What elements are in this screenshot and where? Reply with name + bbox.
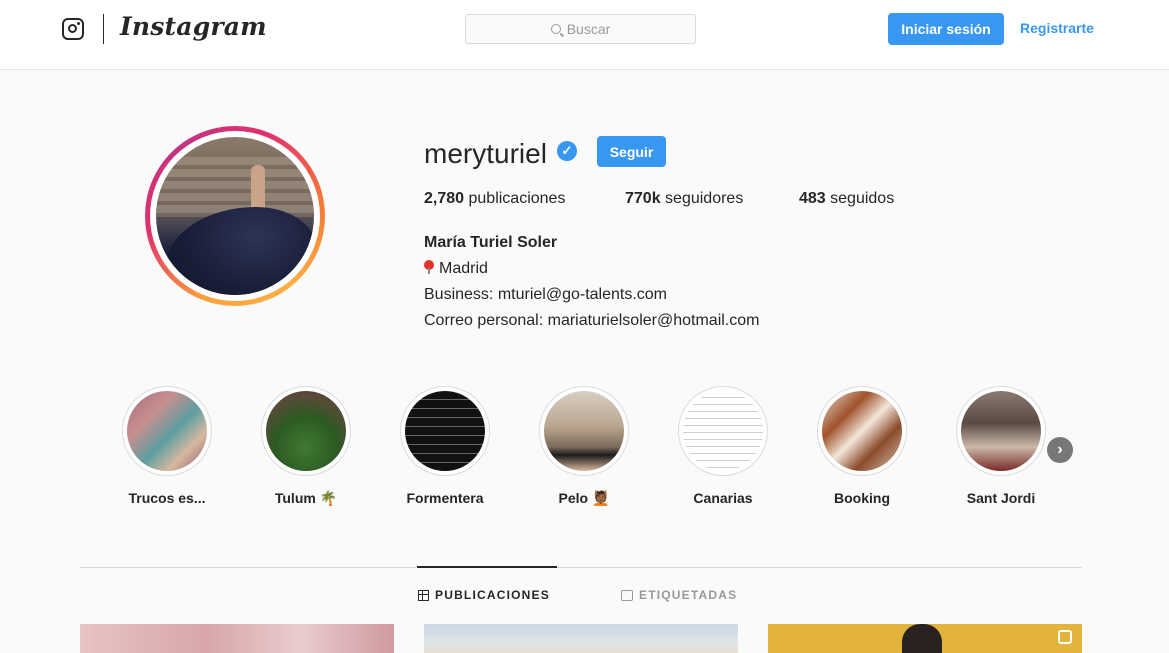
highlight-label: Formentera — [406, 490, 484, 506]
tagged-user-icon — [621, 589, 633, 601]
carousel-icon — [1058, 630, 1072, 644]
instagram-camera-icon[interactable] — [62, 18, 84, 40]
avatar[interactable] — [156, 137, 314, 295]
tab-label: ETIQUETADAS — [639, 588, 738, 602]
search-icon — [550, 24, 561, 34]
highlight-item[interactable]: Formentera — [399, 386, 491, 506]
bio-business-email: Business: mturiel@go-talents.com — [424, 286, 667, 303]
highlight-item[interactable]: Sant Jordi — [955, 386, 1047, 506]
highlight-item[interactable]: Trucos es... — [121, 386, 213, 506]
location-pin-icon — [424, 260, 434, 274]
profile-full-name: María Turiel Soler — [424, 234, 558, 251]
following-label: seguidos — [830, 190, 895, 207]
highlight-label: Tulum 🌴 — [274, 490, 338, 506]
location-text: Madrid — [439, 260, 488, 277]
highlight-item[interactable]: Booking — [816, 386, 908, 506]
bio-personal-email: Correo personal: mariaturielsoler@hotmai… — [424, 312, 760, 329]
bio-location: Madrid — [424, 260, 488, 278]
post-thumbnail[interactable] — [80, 624, 394, 653]
following-count: 483 — [799, 190, 826, 207]
tab-label: PUBLICACIONES — [435, 588, 550, 602]
followers-stat[interactable]: 770k seguidores — [625, 190, 743, 208]
active-tab-indicator — [417, 566, 557, 568]
tabs-divider — [80, 567, 1082, 568]
highlight-label: Booking — [834, 490, 890, 506]
top-navigation-bar: Instagram Buscar Iniciar sesión Registra… — [0, 0, 1169, 70]
highlight-item[interactable]: Canarias — [677, 386, 769, 506]
followers-label: seguidores — [665, 190, 744, 207]
profile-username: meryturiel — [424, 138, 547, 169]
search-placeholder: Buscar — [566, 21, 611, 37]
verified-badge-icon: ✓ — [557, 141, 577, 161]
logo-divider — [103, 14, 104, 44]
post-thumbnail[interactable] — [424, 624, 738, 653]
posts-label: publicaciones — [468, 190, 566, 207]
highlight-label: Sant Jordi — [966, 490, 1036, 506]
highlight-label: Pelo 💆🏾 — [558, 490, 610, 506]
login-button[interactable]: Iniciar sesión — [888, 13, 1004, 45]
instagram-wordmark-logo[interactable]: Instagram — [120, 12, 267, 41]
follow-button[interactable]: Seguir — [597, 136, 666, 167]
profile-avatar-story-ring[interactable] — [145, 126, 325, 306]
posts-count-stat: 2,780 publicaciones — [424, 190, 565, 208]
highlight-item[interactable]: Pelo 💆🏾 — [538, 386, 630, 507]
tab-etiquetadas[interactable]: ETIQUETADAS — [621, 588, 737, 602]
tab-publicaciones[interactable]: PUBLICACIONES — [418, 588, 550, 602]
chevron-right-icon[interactable]: › — [1047, 437, 1073, 463]
posts-count: 2,780 — [424, 190, 465, 207]
grid-icon — [418, 589, 429, 601]
followers-count: 770k — [625, 190, 661, 207]
search-input[interactable]: Buscar — [465, 14, 696, 44]
post-thumbnail[interactable] — [768, 624, 1082, 653]
highlight-label: Trucos es... — [128, 490, 206, 506]
register-link[interactable]: Registrarte — [1020, 20, 1094, 36]
highlight-label: Canarias — [693, 490, 753, 506]
following-stat[interactable]: 483 seguidos — [799, 190, 894, 208]
highlight-item[interactable]: Tulum 🌴 — [260, 386, 352, 507]
